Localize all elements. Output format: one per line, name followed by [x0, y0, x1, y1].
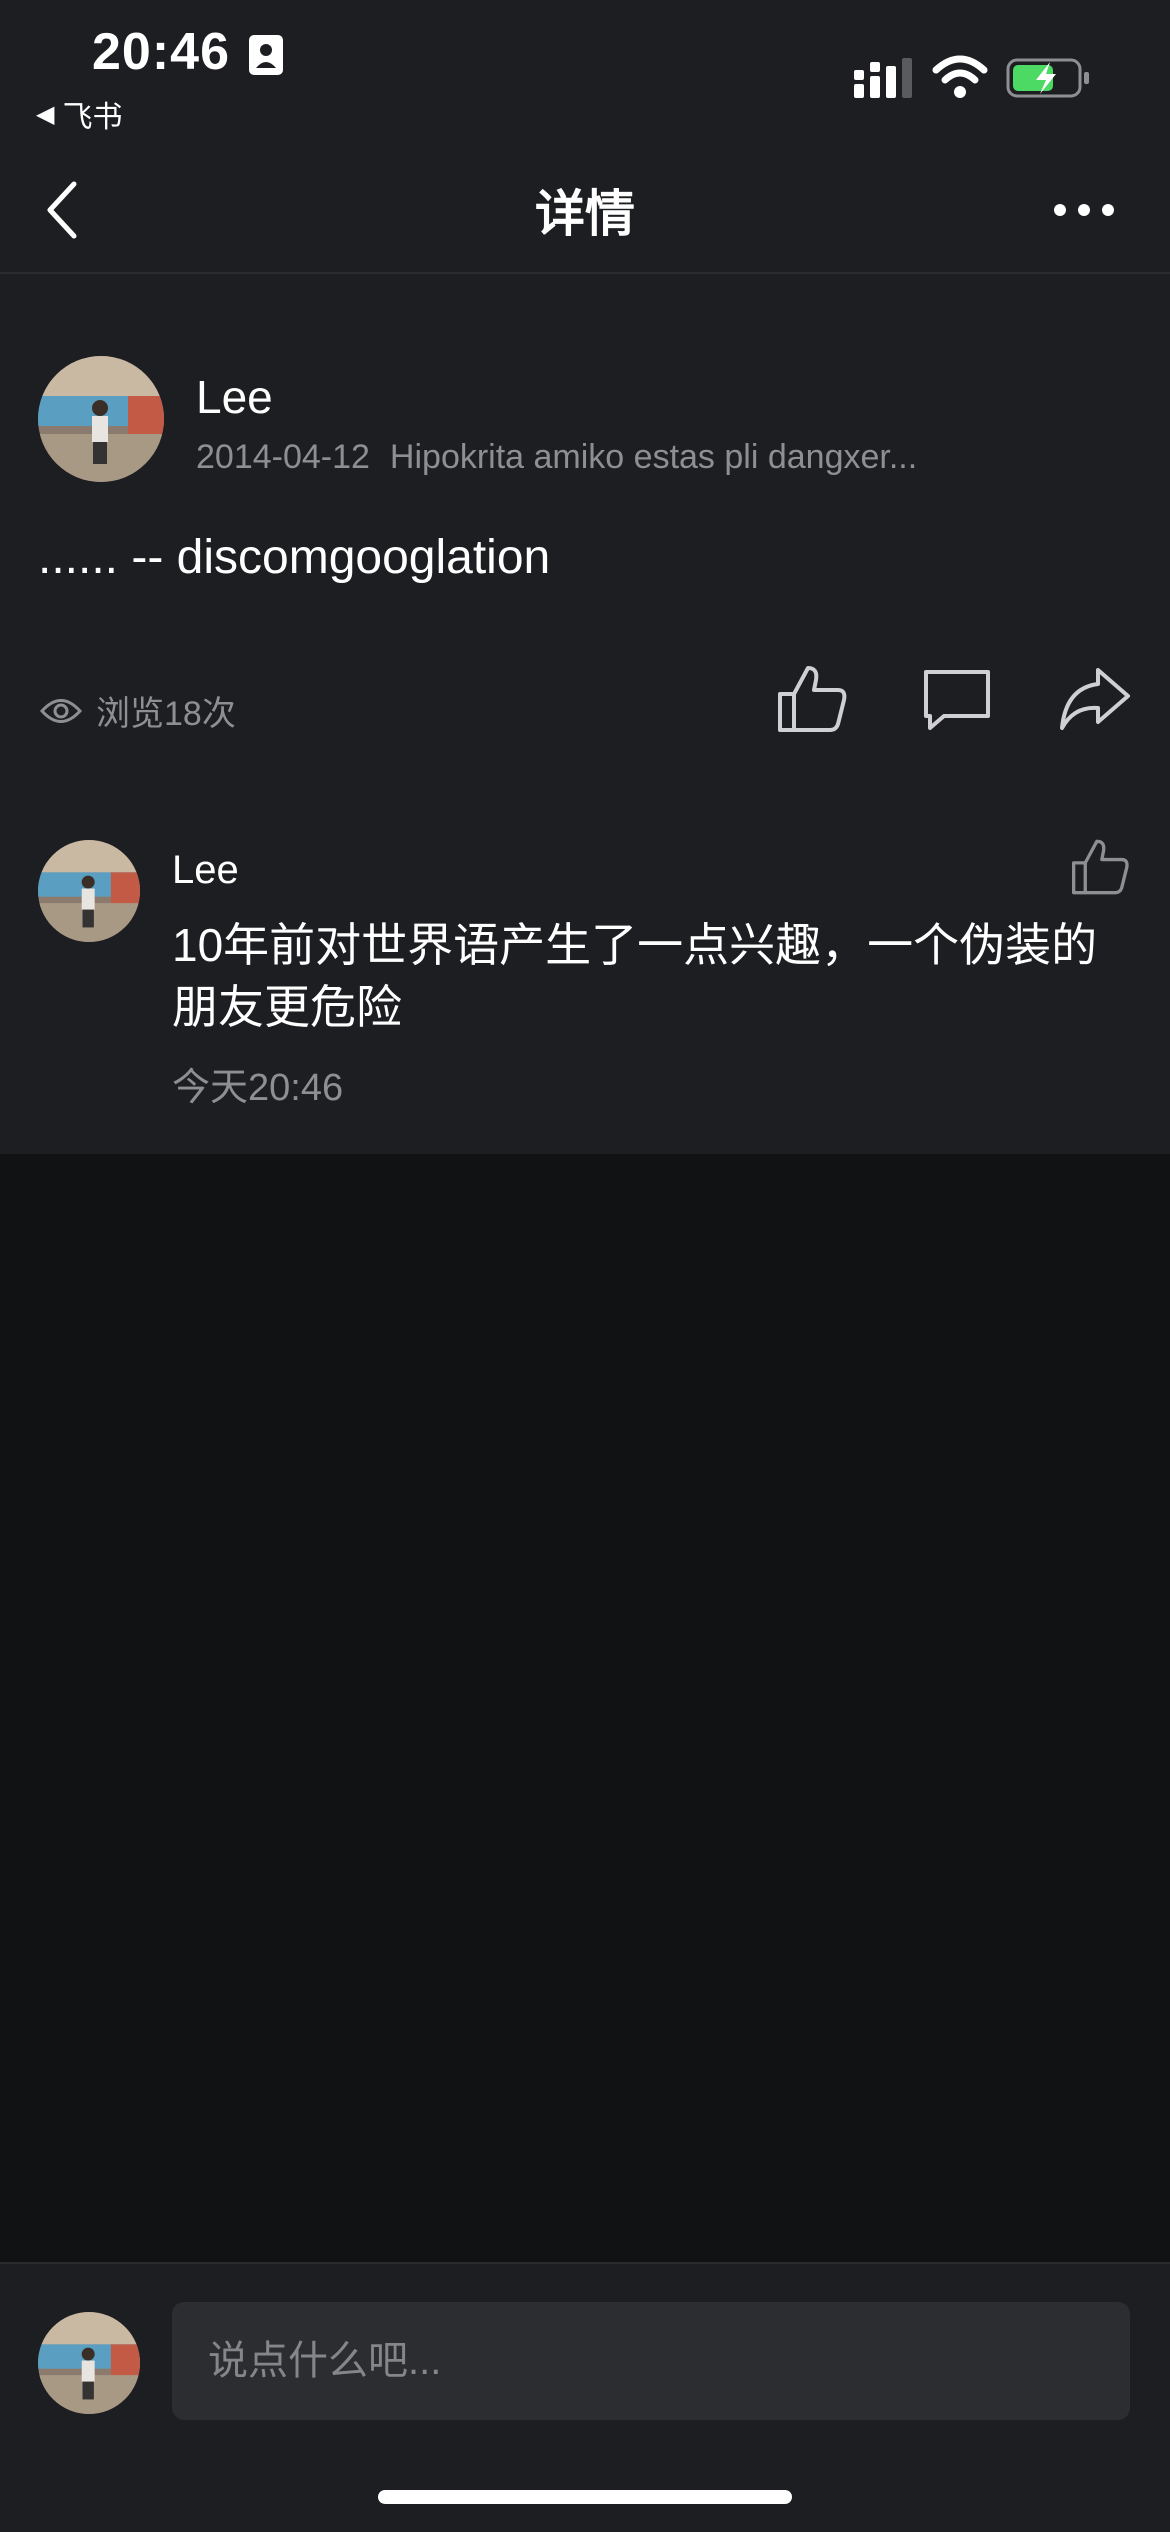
- like-icon[interactable]: [776, 664, 850, 734]
- more-icon[interactable]: [1052, 202, 1116, 218]
- wifi-icon: [932, 55, 988, 98]
- comment-icon[interactable]: [920, 664, 994, 734]
- post-body: ...... -- discomgooglation: [38, 531, 551, 584]
- page-title: 详情: [535, 186, 635, 242]
- comment-like-icon[interactable]: [1070, 838, 1132, 896]
- comment-time: 今天20:46: [172, 1067, 344, 1109]
- post-card: Lee 2014-04-12 Hipokrita amiko estas pli …: [0, 274, 1170, 1154]
- comment-author[interactable]: Lee: [172, 848, 239, 893]
- home-indicator: [378, 2490, 792, 2504]
- battery-charging-icon: [1006, 58, 1089, 98]
- eye-icon: [40, 698, 82, 723]
- status-time: 20:46: [92, 23, 230, 81]
- share-icon[interactable]: [1058, 664, 1132, 734]
- back-app-label: 飞书: [62, 101, 123, 134]
- nav-bar: 详情: [0, 150, 1170, 274]
- contact-card-icon: [249, 35, 283, 75]
- post-meta: 2014-04-12 Hipokrita amiko estas pli dang…: [196, 438, 1056, 477]
- comment-input[interactable]: [172, 2302, 1130, 2420]
- my-avatar: [38, 2312, 140, 2414]
- avatar[interactable]: [38, 356, 164, 482]
- post-source: Hipokrita amiko estas pli dangxer...: [389, 438, 918, 476]
- view-count-label: 浏览18次: [96, 695, 236, 733]
- post-date: 2014-04-12: [196, 438, 370, 476]
- top-bar: 20:46 ◀ 飞书 详情: [0, 0, 1170, 274]
- back-to-app-link[interactable]: ◀ 飞书: [36, 92, 122, 136]
- comment-avatar[interactable]: [38, 840, 140, 942]
- comment-composer: [0, 2262, 1170, 2532]
- view-count: 浏览18次: [40, 686, 236, 735]
- back-triangle-icon: ◀: [36, 100, 55, 128]
- signal-icon: [854, 58, 912, 98]
- post-author[interactable]: Lee: [196, 370, 273, 424]
- detail-screen: 20:46 ◀ 飞书 详情 Lee 2014-04-12 Hipokrita a…: [0, 0, 1170, 2532]
- comment-text: 10年前对世界语产生了一点兴趣，一个伪装的朋友更危险: [172, 919, 1098, 1033]
